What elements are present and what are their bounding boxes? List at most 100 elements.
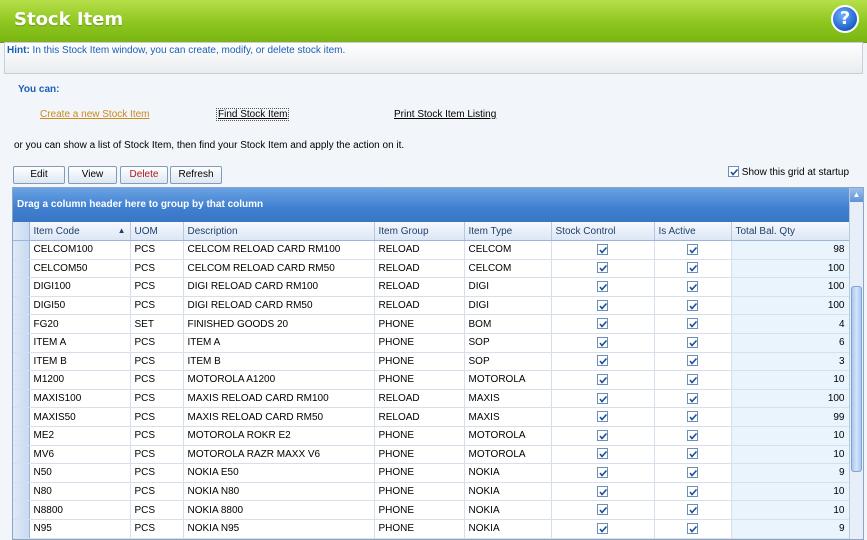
- cell-uom[interactable]: PCS: [130, 370, 184, 390]
- check-icon[interactable]: [597, 318, 608, 330]
- column-header-item-group[interactable]: Item Group: [374, 222, 465, 241]
- print-stock-item-listing-link[interactable]: Print Stock Item Listing: [394, 109, 496, 120]
- cell-total-bal-qty[interactable]: 99: [731, 407, 850, 427]
- check-icon[interactable]: [687, 336, 698, 348]
- check-icon[interactable]: [687, 429, 698, 441]
- cell-stock-control[interactable]: [551, 314, 655, 334]
- check-icon[interactable]: [687, 318, 698, 330]
- cell-total-bal-qty[interactable]: 100: [731, 277, 850, 297]
- check-icon[interactable]: [597, 355, 608, 367]
- cell-item-group[interactable]: PHONE: [374, 314, 465, 334]
- row-indicator[interactable]: [13, 407, 30, 427]
- row-indicator[interactable]: [13, 314, 30, 334]
- cell-item-code[interactable]: MAXIS50: [29, 407, 131, 427]
- cell-total-bal-qty[interactable]: 9: [731, 463, 850, 483]
- cell-item-code[interactable]: N8800: [29, 500, 131, 520]
- column-header-description[interactable]: Description: [183, 222, 375, 241]
- cell-item-code[interactable]: ITEM A: [29, 333, 131, 353]
- table-row[interactable]: M1200 PCS MOTOROLA A1200 PHONE MOTOROLA 10: [13, 370, 850, 390]
- cell-item-group[interactable]: PHONE: [374, 445, 465, 465]
- cell-is-active[interactable]: [654, 426, 732, 446]
- cell-item-type[interactable]: NOKIA: [464, 519, 552, 539]
- check-icon[interactable]: [687, 299, 698, 311]
- cell-stock-control[interactable]: [551, 352, 655, 372]
- cell-description[interactable]: MOTOROLA A1200: [183, 370, 375, 390]
- check-icon[interactable]: [687, 522, 698, 534]
- table-row[interactable]: DIGI50 PCS DIGI RELOAD CARD RM50 RELOAD DIGI…: [13, 296, 850, 316]
- cell-uom[interactable]: PCS: [130, 277, 184, 297]
- cell-item-type[interactable]: SOP: [464, 333, 552, 353]
- show-grid-startup-option[interactable]: Show this grid at startup: [728, 166, 849, 178]
- cell-uom[interactable]: PCS: [130, 426, 184, 446]
- check-icon[interactable]: [597, 373, 608, 385]
- cell-description[interactable]: NOKIA N80: [183, 482, 375, 502]
- check-icon[interactable]: [687, 280, 698, 292]
- cell-is-active[interactable]: [654, 296, 732, 316]
- cell-uom[interactable]: PCS: [130, 407, 184, 427]
- refresh-button[interactable]: Refresh: [170, 166, 222, 184]
- cell-stock-control[interactable]: [551, 500, 655, 520]
- check-icon[interactable]: [687, 448, 698, 460]
- row-indicator[interactable]: [13, 426, 30, 446]
- cell-item-group[interactable]: PHONE: [374, 370, 465, 390]
- cell-total-bal-qty[interactable]: 100: [731, 296, 850, 316]
- cell-stock-control[interactable]: [551, 519, 655, 539]
- table-row[interactable]: N50 PCS NOKIA E50 PHONE NOKIA 9: [13, 463, 850, 483]
- check-icon[interactable]: [597, 448, 608, 460]
- cell-item-group[interactable]: RELOAD: [374, 259, 465, 279]
- cell-item-code[interactable]: N80: [29, 482, 131, 502]
- cell-stock-control[interactable]: [551, 463, 655, 483]
- check-icon[interactable]: [597, 243, 608, 255]
- cell-stock-control[interactable]: [551, 407, 655, 427]
- delete-button[interactable]: Delete: [120, 166, 168, 184]
- cell-stock-control[interactable]: [551, 259, 655, 279]
- cell-description[interactable]: FINISHED GOODS 20: [183, 314, 375, 334]
- column-header-uom[interactable]: UOM: [130, 222, 184, 241]
- cell-item-type[interactable]: MAXIS: [464, 407, 552, 427]
- cell-item-group[interactable]: PHONE: [374, 519, 465, 539]
- check-icon[interactable]: [687, 355, 698, 367]
- row-indicator[interactable]: [13, 463, 30, 483]
- row-indicator[interactable]: [13, 370, 30, 390]
- cell-description[interactable]: NOKIA E50: [183, 463, 375, 483]
- check-icon[interactable]: [687, 504, 698, 516]
- cell-item-type[interactable]: MOTOROLA: [464, 426, 552, 446]
- cell-description[interactable]: CELCOM RELOAD CARD RM50: [183, 259, 375, 279]
- cell-item-code[interactable]: M1200: [29, 370, 131, 390]
- cell-uom[interactable]: PCS: [130, 500, 184, 520]
- check-icon[interactable]: [597, 466, 608, 478]
- cell-total-bal-qty[interactable]: 4: [731, 314, 850, 334]
- cell-total-bal-qty[interactable]: 98: [731, 240, 850, 260]
- cell-total-bal-qty[interactable]: 10: [731, 500, 850, 520]
- check-icon[interactable]: [728, 166, 739, 177]
- cell-uom[interactable]: PCS: [130, 519, 184, 539]
- row-indicator[interactable]: [13, 277, 30, 297]
- row-indicator[interactable]: [13, 259, 30, 279]
- cell-item-group[interactable]: PHONE: [374, 352, 465, 372]
- create-stock-item-link[interactable]: Create a new Stock Item: [40, 109, 150, 120]
- cell-uom[interactable]: PCS: [130, 333, 184, 353]
- check-icon[interactable]: [687, 392, 698, 404]
- table-row[interactable]: FG20 SET FINISHED GOODS 20 PHONE BOM 4: [13, 314, 850, 334]
- cell-item-type[interactable]: NOKIA: [464, 500, 552, 520]
- cell-stock-control[interactable]: [551, 240, 655, 260]
- table-row[interactable]: MV6 PCS MOTOROLA RAZR MAXX V6 PHONE MOTOROLA…: [13, 445, 850, 465]
- cell-is-active[interactable]: [654, 240, 732, 260]
- table-row[interactable]: DIGI100 PCS DIGI RELOAD CARD RM100 RELOAD DI…: [13, 277, 850, 297]
- row-indicator[interactable]: [13, 519, 30, 539]
- cell-uom[interactable]: SET: [130, 314, 184, 334]
- cell-item-group[interactable]: RELOAD: [374, 389, 465, 409]
- column-header-is-active[interactable]: Is Active: [654, 222, 732, 241]
- cell-item-code[interactable]: N50: [29, 463, 131, 483]
- cell-description[interactable]: MAXIS RELOAD CARD RM100: [183, 389, 375, 409]
- cell-item-type[interactable]: CELCOM: [464, 240, 552, 260]
- cell-description[interactable]: NOKIA 8800: [183, 500, 375, 520]
- cell-item-type[interactable]: DIGI: [464, 296, 552, 316]
- cell-item-group[interactable]: RELOAD: [374, 240, 465, 260]
- cell-item-code[interactable]: DIGI50: [29, 296, 131, 316]
- table-row[interactable]: N80 PCS NOKIA N80 PHONE NOKIA 10: [13, 482, 850, 502]
- cell-description[interactable]: DIGI RELOAD CARD RM50: [183, 296, 375, 316]
- view-button[interactable]: View: [68, 166, 117, 184]
- cell-stock-control[interactable]: [551, 277, 655, 297]
- scroll-up-icon[interactable]: ▲: [850, 188, 863, 202]
